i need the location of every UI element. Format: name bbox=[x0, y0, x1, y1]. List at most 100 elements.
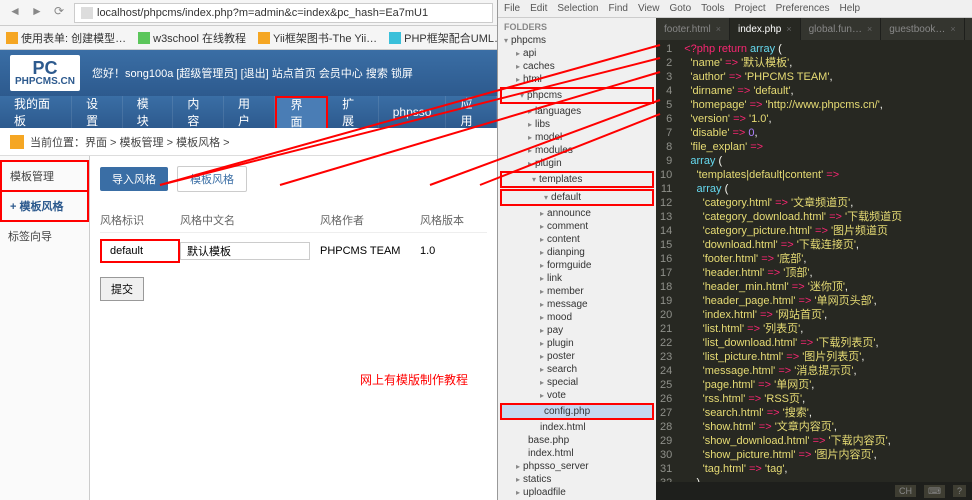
tree-folder[interactable]: model bbox=[498, 131, 656, 144]
tree-folder[interactable]: dianping bbox=[498, 246, 656, 259]
tree-folder[interactable]: content bbox=[498, 233, 656, 246]
folder-tree: FOLDERS phpcmsapicacheshtmlphpcmslanguag… bbox=[498, 18, 656, 500]
menu-item[interactable]: File bbox=[504, 3, 520, 14]
sidebar-item-template-style[interactable]: 模板风格 bbox=[0, 190, 89, 222]
style-author: PHPCMS TEAM bbox=[320, 245, 420, 257]
tree-folder[interactable]: phpcms bbox=[498, 34, 656, 47]
tree-folder[interactable]: formguide bbox=[498, 259, 656, 272]
back-icon[interactable]: ◄ bbox=[6, 4, 24, 22]
nav-tab-5[interactable]: 界面 bbox=[275, 96, 329, 128]
tree-folder[interactable]: caches bbox=[498, 60, 656, 73]
close-icon[interactable]: × bbox=[716, 24, 721, 34]
menu-item[interactable]: Edit bbox=[530, 3, 547, 14]
bookmark-item[interactable]: w3school 在线教程 bbox=[138, 30, 246, 46]
sidebar: 模板管理 模板风格 标签向导 bbox=[0, 156, 90, 500]
tree-folder[interactable]: statics bbox=[498, 473, 656, 486]
logo[interactable]: PC PHPCMS.CN bbox=[10, 55, 80, 91]
close-icon[interactable]: × bbox=[786, 24, 791, 34]
tree-file[interactable]: index.html bbox=[498, 421, 656, 434]
menu-bar: File Edit Selection Find View Goto Tools Projec… bbox=[498, 0, 972, 18]
nav-tab-0[interactable]: 我的面板 bbox=[0, 96, 72, 128]
menu-item[interactable]: Tools bbox=[701, 3, 724, 14]
tip-text: 网上有模版制作教程 bbox=[360, 371, 487, 388]
tree-folder[interactable]: modules bbox=[498, 144, 656, 157]
tree-folder[interactable]: mood bbox=[498, 311, 656, 324]
tree-folder[interactable]: html bbox=[498, 73, 656, 86]
header-link[interactable]: 锁屏 bbox=[391, 68, 413, 80]
nav-tab-4[interactable]: 用户 bbox=[224, 96, 275, 128]
nav-tab-6[interactable]: 扩展 bbox=[328, 96, 379, 128]
reload-icon[interactable]: ⟳ bbox=[50, 4, 68, 22]
menu-item[interactable]: Project bbox=[735, 3, 766, 14]
nav-tab-3[interactable]: 内容 bbox=[173, 96, 224, 128]
tree-folder[interactable]: plugin bbox=[498, 157, 656, 170]
forward-icon[interactable]: ► bbox=[28, 4, 46, 22]
header-link[interactable]: 搜索 bbox=[366, 68, 388, 80]
page-icon bbox=[81, 7, 93, 19]
tree-folder[interactable]: message bbox=[498, 298, 656, 311]
import-style-button[interactable]: 导入风格 bbox=[100, 167, 168, 191]
status-keyboard-icon[interactable]: ⌨ bbox=[924, 485, 945, 498]
editor-panel: File Edit Selection Find View Goto Tools Projec… bbox=[498, 0, 972, 500]
tree-folder[interactable]: member bbox=[498, 285, 656, 298]
bookmark-item[interactable]: Yii框架图书-The Yii… bbox=[258, 30, 377, 46]
header-link[interactable]: 会员中心 bbox=[319, 68, 363, 80]
nav-tab-7[interactable]: phpsso bbox=[379, 96, 447, 128]
tree-folder[interactable]: comment bbox=[498, 220, 656, 233]
tree-file[interactable]: index.html bbox=[498, 447, 656, 460]
menu-item[interactable]: Help bbox=[840, 3, 861, 14]
close-icon[interactable]: × bbox=[950, 24, 955, 34]
header-link[interactable]: 站点首页 bbox=[272, 68, 316, 80]
status-lang[interactable]: CH bbox=[895, 485, 916, 497]
tree-folder[interactable]: plugin bbox=[498, 337, 656, 350]
tree-folder[interactable]: phpcms bbox=[500, 87, 654, 104]
bookmarks-bar: 使用表单: 创建模型… w3school 在线教程 Yii框架图书-The Yii…… bbox=[0, 26, 497, 50]
editor-tab[interactable]: guestbook…× bbox=[881, 18, 963, 40]
tree-folder[interactable]: vote bbox=[498, 389, 656, 402]
editor-tab[interactable]: index.php× bbox=[965, 18, 972, 40]
tree-file[interactable]: base.php bbox=[498, 434, 656, 447]
style-name-input[interactable] bbox=[180, 242, 310, 260]
tree-folder[interactable]: libs bbox=[498, 118, 656, 131]
sidebar-group: 模板管理 bbox=[0, 160, 89, 190]
bookmark-item[interactable]: 使用表单: 创建模型… bbox=[6, 30, 126, 46]
menu-item[interactable]: Selection bbox=[557, 3, 598, 14]
tree-folder[interactable]: templates bbox=[500, 171, 654, 188]
address-bar[interactable]: localhost/phpcms/index.php?m=admin&c=ind… bbox=[74, 3, 493, 23]
bookmark-item[interactable]: PHP框架配合UML… bbox=[389, 30, 497, 46]
tree-folder[interactable]: poster bbox=[498, 350, 656, 363]
status-help-icon[interactable]: ? bbox=[953, 485, 966, 497]
main-content: 导入风格 模板风格 风格标识 风格中文名 风格作者 风格版本 default P… bbox=[90, 156, 497, 500]
menu-item[interactable]: Preferences bbox=[776, 3, 830, 14]
tree-file[interactable]: config.php bbox=[500, 403, 654, 420]
submit-button[interactable]: 提交 bbox=[100, 277, 144, 301]
close-icon[interactable]: × bbox=[867, 24, 872, 34]
code-content[interactable]: <?php return array ( 'name' => '默认模板', '… bbox=[680, 40, 972, 482]
menu-item[interactable]: Find bbox=[609, 3, 628, 14]
tree-folder[interactable]: uploadfile bbox=[498, 486, 656, 499]
tree-folder[interactable]: default bbox=[500, 189, 654, 206]
tree-folder[interactable]: search bbox=[498, 363, 656, 376]
tree-folder[interactable]: link bbox=[498, 272, 656, 285]
tree-folder[interactable]: special bbox=[498, 376, 656, 389]
menu-item[interactable]: Goto bbox=[669, 3, 691, 14]
nav-tab-1[interactable]: 设置 bbox=[72, 96, 123, 128]
style-id-cell[interactable]: default bbox=[100, 239, 180, 263]
nav-tab-8[interactable]: 应用 bbox=[446, 96, 497, 128]
editor-tab[interactable]: global.fun…× bbox=[801, 18, 881, 40]
tree-folder[interactable]: languages bbox=[498, 105, 656, 118]
tree-folder[interactable]: announce bbox=[498, 207, 656, 220]
tree-folder[interactable]: pay bbox=[498, 324, 656, 337]
template-style-button[interactable]: 模板风格 bbox=[177, 166, 247, 192]
home-icon[interactable] bbox=[10, 135, 24, 149]
menu-item[interactable]: View bbox=[638, 3, 660, 14]
editor-tab[interactable]: footer.html× bbox=[656, 18, 729, 40]
sidebar-item-tag-wizard[interactable]: 标签向导 bbox=[0, 222, 89, 250]
tree-folder[interactable]: phpsso_server bbox=[498, 460, 656, 473]
chrome-toolbar: ◄ ► ⟳ localhost/phpcms/index.php?m=admin… bbox=[0, 0, 497, 26]
tree-folder[interactable]: api bbox=[498, 47, 656, 60]
table-row: default PHPCMS TEAM 1.0 bbox=[100, 233, 487, 269]
nav-tab-2[interactable]: 模块 bbox=[123, 96, 174, 128]
editor-tab[interactable]: index.php× bbox=[730, 18, 800, 40]
header-link[interactable]: [退出] bbox=[241, 68, 269, 80]
